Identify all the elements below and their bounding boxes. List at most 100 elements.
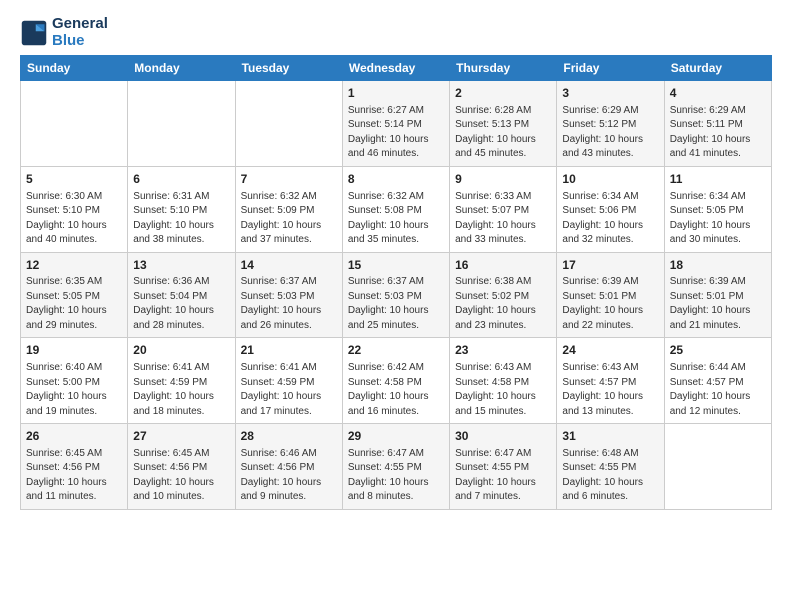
calendar-cell: 30 Sunrise: 6:47 AMSunset: 4:55 PMDayligh…: [450, 424, 557, 510]
day-info: Sunrise: 6:42 AMSunset: 4:58 PMDaylight:…: [348, 361, 444, 419]
calendar-week-row: 26 Sunrise: 6:45 AMSunset: 4:56 PMDayligh…: [21, 424, 772, 510]
day-info: Sunrise: 6:43 AMSunset: 4:58 PMDaylight:…: [455, 361, 551, 419]
calendar-cell: 27 Sunrise: 6:45 AMSunset: 4:56 PMDayligh…: [128, 424, 235, 510]
day-info: Sunrise: 6:39 AMSunset: 5:01 PMDaylight:…: [670, 275, 766, 333]
calendar-header-saturday: Saturday: [664, 56, 771, 81]
calendar-cell: 6 Sunrise: 6:31 AMSunset: 5:10 PMDaylight…: [128, 166, 235, 252]
calendar-cell: [21, 81, 128, 167]
day-info: Sunrise: 6:46 AMSunset: 4:56 PMDaylight:…: [241, 447, 337, 505]
day-info: Sunrise: 6:34 AMSunset: 5:06 PMDaylight:…: [562, 190, 658, 248]
calendar-cell: 17Sunrise: 6:39 AMSunset: 5:01 PMDayligh…: [557, 252, 664, 338]
day-info: Sunrise: 6:47 AMSunset: 4:55 PMDaylight:…: [348, 447, 444, 505]
calendar-week-row: 12Sunrise: 6:35 AMSunset: 5:05 PMDayligh…: [21, 252, 772, 338]
day-number: 27: [133, 428, 229, 445]
day-info: Sunrise: 6:29 AMSunset: 5:12 PMDaylight:…: [562, 104, 658, 162]
day-info: Sunrise: 6:30 AMSunset: 5:10 PMDaylight:…: [26, 190, 122, 248]
calendar-cell: 5 Sunrise: 6:30 AMSunset: 5:10 PMDaylight…: [21, 166, 128, 252]
calendar-header-friday: Friday: [557, 56, 664, 81]
calendar-week-row: 5 Sunrise: 6:30 AMSunset: 5:10 PMDaylight…: [21, 166, 772, 252]
calendar-cell: 25Sunrise: 6:44 AMSunset: 4:57 PMDayligh…: [664, 338, 771, 424]
day-number: 22: [348, 342, 444, 359]
day-info: Sunrise: 6:32 AMSunset: 5:08 PMDaylight:…: [348, 190, 444, 248]
calendar-cell: 4 Sunrise: 6:29 AMSunset: 5:11 PMDaylight…: [664, 81, 771, 167]
day-info: Sunrise: 6:31 AMSunset: 5:10 PMDaylight:…: [133, 190, 229, 248]
day-number: 23: [455, 342, 551, 359]
calendar-cell: 9Sunrise: 6:33 AMSunset: 5:07 PMDaylight…: [450, 166, 557, 252]
calendar-cell: 28 Sunrise: 6:46 AMSunset: 4:56 PMDayligh…: [235, 424, 342, 510]
day-number: 28: [241, 428, 337, 445]
calendar-cell: 21Sunrise: 6:41 AMSunset: 4:59 PMDayligh…: [235, 338, 342, 424]
day-info: Sunrise: 6:45 AMSunset: 4:56 PMDaylight:…: [26, 447, 122, 505]
day-info: Sunrise: 6:37 AMSunset: 5:03 PMDaylight:…: [348, 275, 444, 333]
calendar-cell: 31 Sunrise: 6:48 AMSunset: 4:55 PMDayligh…: [557, 424, 664, 510]
day-number: 5: [26, 171, 122, 188]
day-info: Sunrise: 6:38 AMSunset: 5:02 PMDaylight:…: [455, 275, 551, 333]
calendar-cell: 20Sunrise: 6:41 AMSunset: 4:59 PMDayligh…: [128, 338, 235, 424]
day-number: 4: [670, 85, 766, 102]
day-info: Sunrise: 6:28 AMSunset: 5:13 PMDaylight:…: [455, 104, 551, 162]
day-number: 31: [562, 428, 658, 445]
day-info: Sunrise: 6:48 AMSunset: 4:55 PMDaylight:…: [562, 447, 658, 505]
calendar-header-tuesday: Tuesday: [235, 56, 342, 81]
day-info: Sunrise: 6:45 AMSunset: 4:56 PMDaylight:…: [133, 447, 229, 505]
day-number: 13: [133, 257, 229, 274]
day-number: 18: [670, 257, 766, 274]
calendar-cell: [128, 81, 235, 167]
day-info: Sunrise: 6:29 AMSunset: 5:11 PMDaylight:…: [670, 104, 766, 162]
calendar-header-sunday: Sunday: [21, 56, 128, 81]
logo: General Blue: [20, 16, 108, 49]
day-number: 29: [348, 428, 444, 445]
day-number: 15: [348, 257, 444, 274]
day-number: 19: [26, 342, 122, 359]
header: General Blue: [20, 16, 772, 49]
day-info: Sunrise: 6:41 AMSunset: 4:59 PMDaylight:…: [133, 361, 229, 419]
day-info: Sunrise: 6:27 AMSunset: 5:14 PMDaylight:…: [348, 104, 444, 162]
calendar-cell: 18Sunrise: 6:39 AMSunset: 5:01 PMDayligh…: [664, 252, 771, 338]
day-number: 16: [455, 257, 551, 274]
logo-text: General Blue: [52, 16, 108, 49]
calendar-cell: 24Sunrise: 6:43 AMSunset: 4:57 PMDayligh…: [557, 338, 664, 424]
day-number: 11: [670, 171, 766, 188]
day-number: 24: [562, 342, 658, 359]
day-info: Sunrise: 6:47 AMSunset: 4:55 PMDaylight:…: [455, 447, 551, 505]
calendar-cell: 10Sunrise: 6:34 AMSunset: 5:06 PMDayligh…: [557, 166, 664, 252]
calendar-cell: 11Sunrise: 6:34 AMSunset: 5:05 PMDayligh…: [664, 166, 771, 252]
day-number: 12: [26, 257, 122, 274]
calendar-cell: 19 Sunrise: 6:40 AMSunset: 5:00 PMDayligh…: [21, 338, 128, 424]
day-info: Sunrise: 6:35 AMSunset: 5:05 PMDaylight:…: [26, 275, 122, 333]
day-number: 2: [455, 85, 551, 102]
calendar-cell: 13Sunrise: 6:36 AMSunset: 5:04 PMDayligh…: [128, 252, 235, 338]
calendar-cell: 23 Sunrise: 6:43 AMSunset: 4:58 PMDayligh…: [450, 338, 557, 424]
day-number: 17: [562, 257, 658, 274]
logo-icon: [20, 19, 48, 47]
calendar-week-row: 1 Sunrise: 6:27 AMSunset: 5:14 PMDaylight…: [21, 81, 772, 167]
calendar-cell: 16Sunrise: 6:38 AMSunset: 5:02 PMDayligh…: [450, 252, 557, 338]
day-number: 30: [455, 428, 551, 445]
page: General Blue SundayMondayTuesdayWednesda…: [0, 0, 792, 530]
day-info: Sunrise: 6:40 AMSunset: 5:00 PMDaylight:…: [26, 361, 122, 419]
day-info: Sunrise: 6:39 AMSunset: 5:01 PMDaylight:…: [562, 275, 658, 333]
day-number: 6: [133, 171, 229, 188]
calendar-cell: [235, 81, 342, 167]
calendar-cell: 15Sunrise: 6:37 AMSunset: 5:03 PMDayligh…: [342, 252, 449, 338]
day-info: Sunrise: 6:32 AMSunset: 5:09 PMDaylight:…: [241, 190, 337, 248]
day-number: 3: [562, 85, 658, 102]
calendar-header-monday: Monday: [128, 56, 235, 81]
day-number: 25: [670, 342, 766, 359]
day-number: 7: [241, 171, 337, 188]
calendar-cell: 2 Sunrise: 6:28 AMSunset: 5:13 PMDaylight…: [450, 81, 557, 167]
day-info: Sunrise: 6:37 AMSunset: 5:03 PMDaylight:…: [241, 275, 337, 333]
calendar-header-thursday: Thursday: [450, 56, 557, 81]
day-number: 21: [241, 342, 337, 359]
day-number: 26: [26, 428, 122, 445]
calendar-table: SundayMondayTuesdayWednesdayThursdayFrid…: [20, 55, 772, 510]
calendar-cell: [664, 424, 771, 510]
calendar-cell: 22 Sunrise: 6:42 AMSunset: 4:58 PMDayligh…: [342, 338, 449, 424]
calendar-cell: 7 Sunrise: 6:32 AMSunset: 5:09 PMDaylight…: [235, 166, 342, 252]
calendar-header-row: SundayMondayTuesdayWednesdayThursdayFrid…: [21, 56, 772, 81]
day-number: 14: [241, 257, 337, 274]
calendar-cell: 3 Sunrise: 6:29 AMSunset: 5:12 PMDaylight…: [557, 81, 664, 167]
day-number: 1: [348, 85, 444, 102]
calendar-cell: 29 Sunrise: 6:47 AMSunset: 4:55 PMDayligh…: [342, 424, 449, 510]
day-info: Sunrise: 6:33 AMSunset: 5:07 PMDaylight:…: [455, 190, 551, 248]
